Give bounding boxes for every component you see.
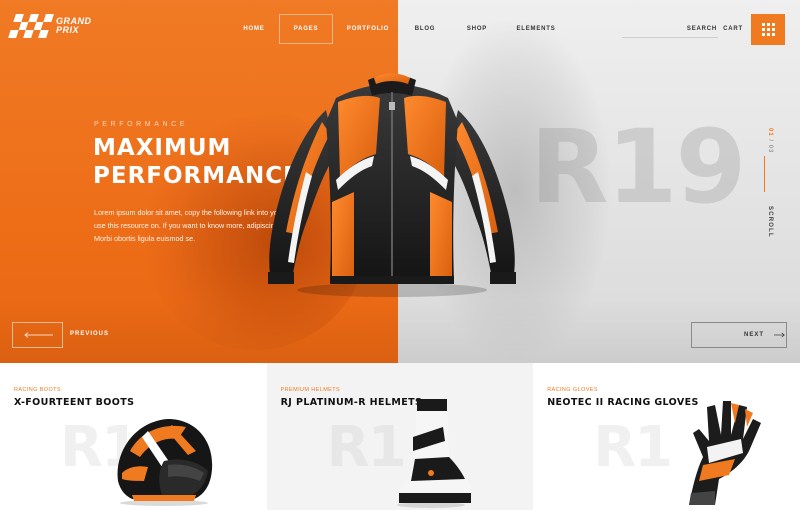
card-background-number: R1	[593, 415, 673, 480]
product-card[interactable]: R1 PREMIUM HELMETS RJ PLATINUM-R HELMETS	[266, 363, 534, 510]
next-label: NEXT	[744, 332, 765, 338]
previous-label[interactable]: PREVIOUS	[70, 331, 109, 337]
hero-slider: R19 GRAND PRIX HOME PAGES PORTFOLIO BLOG…	[0, 0, 800, 363]
product-title[interactable]: X-FOURTEENT BOOTS	[14, 397, 134, 408]
nav-item-blog[interactable]: BLOG	[408, 14, 442, 44]
product-cards: R1 RACING BOOTS X-FOURTEENT BOOTS R1 PRE…	[0, 363, 800, 510]
cart-link[interactable]: CART	[721, 14, 745, 44]
product-card[interactable]: R1 RACING BOOTS X-FOURTEENT BOOTS	[0, 363, 267, 510]
nav-item-pages[interactable]: PAGES	[279, 14, 333, 44]
search-link[interactable]: SEARCH	[684, 14, 720, 44]
product-category[interactable]: RACING BOOTS	[14, 387, 61, 393]
next-slide-button[interactable]: NEXT	[691, 322, 787, 348]
product-category[interactable]: RACING GLOVES	[547, 387, 598, 393]
product-card[interactable]: R1 RACING GLOVES NEOTEC II RACING GLOVES	[533, 363, 800, 510]
nav-item-elements[interactable]: ELEMENTS	[510, 14, 562, 44]
racing-glove-image	[689, 401, 762, 505]
racing-jacket-image	[268, 73, 516, 297]
product-category[interactable]: PREMIUM HELMETS	[281, 387, 340, 393]
main-navigation: HOME PAGES PORTFOLIO BLOG SHOP ELEMENTS …	[0, 0, 800, 60]
slide-indicator: 01 / 03 SCROLL	[764, 128, 778, 278]
nav-item-portfolio[interactable]: PORTFOLIO	[342, 14, 394, 44]
search-input-underline[interactable]	[622, 37, 718, 38]
slide-counter: 01 / 03	[767, 128, 773, 154]
nav-item-home[interactable]: HOME	[234, 14, 274, 44]
road-shadow	[0, 300, 800, 363]
nav-item-shop[interactable]: SHOP	[460, 14, 494, 44]
slide-progress-line	[764, 156, 765, 192]
hero-background-number: R19	[530, 108, 746, 227]
menu-grid-button[interactable]	[751, 14, 785, 45]
arrow-right-icon	[774, 332, 785, 338]
previous-slide-button[interactable]	[12, 322, 63, 348]
helmet-image	[117, 419, 213, 506]
scroll-label[interactable]: SCROLL	[767, 206, 773, 238]
hero-eyebrow: PERFORMANCE	[94, 121, 189, 128]
racing-boot-image	[396, 399, 471, 508]
arrow-left-icon	[23, 332, 53, 338]
